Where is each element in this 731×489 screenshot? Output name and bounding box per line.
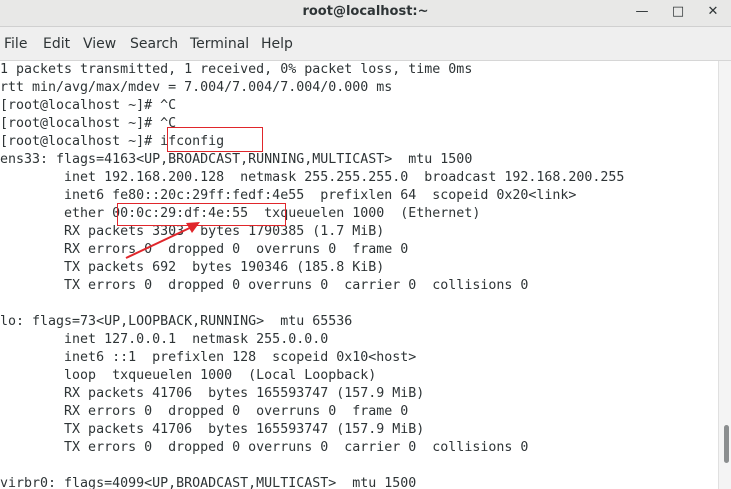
annotation-arrow-icon <box>125 222 200 259</box>
scrollbar-thumb[interactable] <box>724 425 729 463</box>
scrollbar[interactable] <box>718 61 731 489</box>
